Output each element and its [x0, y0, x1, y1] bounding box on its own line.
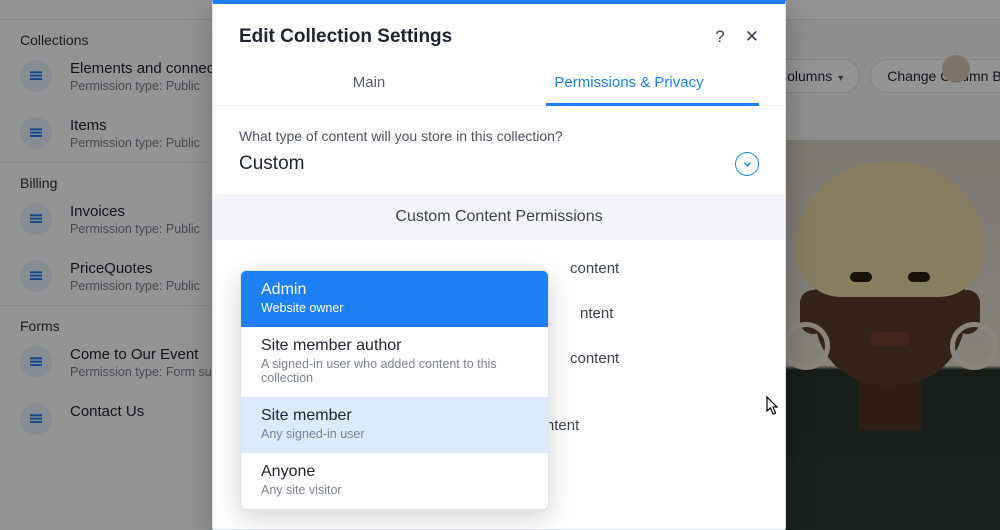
dropdown-option-title: Site member — [261, 407, 528, 425]
dropdown-option-admin[interactable]: Admin Website owner — [241, 271, 548, 327]
dropdown-option-subtitle: Website owner — [261, 301, 528, 315]
dropdown-option-title: Site member author — [261, 337, 528, 355]
close-icon[interactable]: ✕ — [745, 27, 759, 47]
permission-action: content — [570, 260, 619, 277]
content-type-dropdown-toggle[interactable] — [735, 152, 759, 176]
content-type-value: Custom — [239, 153, 304, 175]
content-type-question: What type of content will you store in t… — [239, 128, 759, 144]
permissions-banner: Custom Content Permissions — [213, 194, 785, 240]
chevron-down-icon — [742, 159, 753, 170]
dropdown-option-title: Admin — [261, 281, 528, 299]
dropdown-option-subtitle: Any site visitor — [261, 483, 528, 497]
permission-action: ntent — [580, 305, 613, 322]
dropdown-option-subtitle: A signed-in user who added content to th… — [261, 357, 528, 385]
tab-main[interactable]: Main — [239, 62, 499, 105]
dropdown-option-site-member-author[interactable]: Site member author A signed-in user who … — [241, 327, 548, 397]
modal-tabs: Main Permissions & Privacy — [239, 62, 759, 105]
permission-action: content — [570, 350, 619, 367]
help-icon[interactable]: ? — [715, 27, 724, 47]
dropdown-option-site-member[interactable]: Site member Any signed-in user — [241, 397, 548, 453]
tab-permissions-privacy[interactable]: Permissions & Privacy — [499, 62, 759, 105]
role-dropdown-panel: Admin Website owner Site member author A… — [240, 270, 549, 510]
dropdown-option-title: Anyone — [261, 463, 528, 481]
dropdown-option-subtitle: Any signed-in user — [261, 427, 528, 441]
modal-title: Edit Collection Settings — [239, 26, 452, 48]
dropdown-option-anyone[interactable]: Anyone Any site visitor — [241, 453, 548, 509]
